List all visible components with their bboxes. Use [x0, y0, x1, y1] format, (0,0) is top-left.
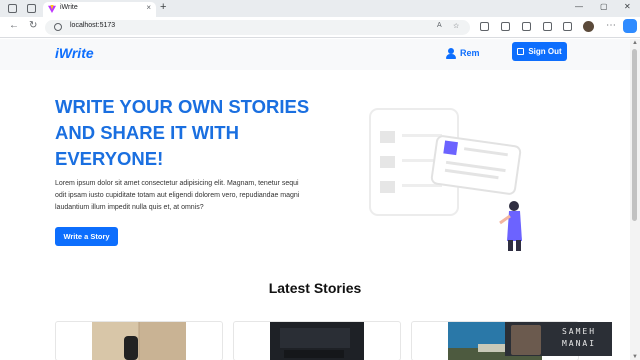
extensions-icon[interactable] [480, 22, 489, 31]
hero-title-line: AND SHARE IT WITH [55, 122, 239, 143]
story-thumbnail [92, 322, 186, 360]
browser-tab-strip: iWrite × + — ▢ ✕ [0, 0, 640, 17]
hero-illustration [369, 108, 522, 251]
sign-out-label: Sign Out [528, 47, 562, 56]
vite-favicon-icon [48, 5, 56, 13]
brand-logo[interactable]: iWrite [55, 45, 94, 61]
page-scrollbar[interactable]: ▲ ▼ [630, 39, 640, 360]
read-aloud-icon[interactable]: A [437, 22, 442, 29]
split-screen-icon[interactable] [501, 22, 510, 31]
webcam-overlay: SAMEH MANAI [505, 322, 612, 356]
hero-title: WRITE YOUR OWN STORIES AND SHARE IT WITH… [55, 94, 315, 172]
presenter-first-name: SAMEH [561, 327, 597, 336]
new-tab-button[interactable]: + [160, 1, 166, 13]
collections-icon[interactable] [543, 22, 552, 31]
info-icon[interactable] [54, 23, 62, 31]
url-text: localhost:5173 [70, 22, 116, 29]
scroll-down-icon[interactable]: ▼ [632, 354, 638, 360]
tab-close-icon[interactable]: × [146, 3, 151, 12]
site-navbar: iWrite Rem Sign Out [0, 39, 630, 70]
write-story-button[interactable]: Write a Story [55, 227, 118, 246]
sign-out-button[interactable]: Sign Out [512, 42, 567, 61]
story-card[interactable] [55, 321, 223, 360]
favorites-bar-icon[interactable] [522, 22, 531, 31]
hero-description: Lorem ipsum dolor sit amet consectetur a… [55, 180, 300, 211]
favorite-icon[interactable]: ☆ [453, 22, 459, 30]
scroll-up-icon[interactable]: ▲ [632, 40, 638, 46]
workspaces-icon[interactable] [8, 4, 17, 13]
user-profile-link[interactable]: Rem [446, 46, 480, 60]
presenter-last-name: MANAI [561, 339, 597, 348]
close-window-button[interactable]: ✕ [624, 2, 631, 11]
user-icon [446, 47, 456, 59]
latest-stories-heading: Latest Stories [268, 280, 362, 296]
minimize-button[interactable]: — [575, 2, 583, 11]
scrollbar-thumb[interactable] [632, 49, 637, 221]
refresh-icon[interactable]: ↻ [29, 20, 37, 31]
tab-actions-icon[interactable] [27, 4, 36, 13]
web-page: iWrite Rem Sign Out WRITE YOUR OWN STORI… [0, 39, 630, 360]
story-card[interactable] [233, 321, 401, 360]
security-icon[interactable] [563, 22, 572, 31]
user-name: Rem [460, 48, 480, 58]
copilot-icon[interactable] [623, 19, 637, 33]
presenter-avatar [511, 325, 541, 355]
profile-icon[interactable] [583, 21, 594, 32]
presenter-name: SAMEH MANAI [549, 326, 609, 350]
story-thumbnail [270, 322, 364, 360]
hero-title-line: WRITE YOUR OWN STORIES [55, 96, 310, 117]
back-icon[interactable]: ← [9, 20, 19, 31]
browser-address-bar: ← ↻ localhost:5173 A ☆ ⋯ [0, 17, 640, 38]
browser-tab[interactable]: iWrite × [43, 2, 156, 17]
maximize-button[interactable]: ▢ [600, 2, 608, 11]
sign-out-icon [517, 48, 525, 55]
hero-title-line: EVERYONE! [55, 148, 164, 169]
url-field[interactable]: localhost:5173 A ☆ [45, 20, 470, 35]
more-icon[interactable]: ⋯ [606, 20, 616, 31]
tab-title: iWrite [60, 4, 78, 11]
